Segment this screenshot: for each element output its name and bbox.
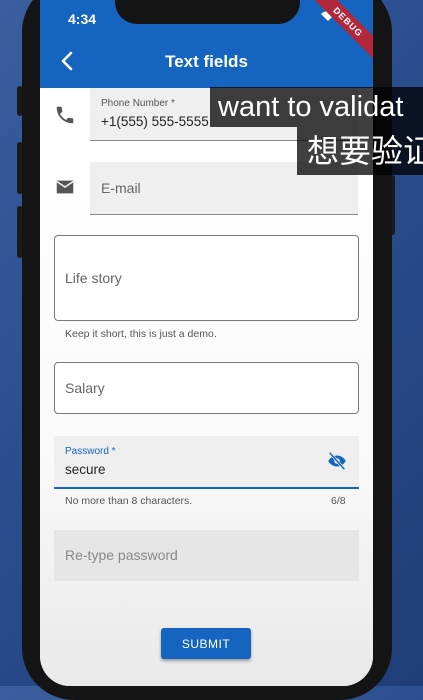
video-caption-line1: want to validat (210, 87, 423, 127)
life-story-field[interactable]: Life story (54, 235, 359, 321)
salary-placeholder: Salary (65, 380, 105, 396)
video-caption-line2: 想要验证 (297, 127, 423, 175)
email-icon (54, 176, 76, 198)
password-field[interactable]: Password * secure (54, 436, 359, 489)
page-title: Text fields (165, 52, 248, 71)
life-story-placeholder: Life story (65, 270, 122, 286)
visibility-off-icon[interactable] (326, 450, 348, 477)
phone-number-value: +1(555) 555-5555 (101, 114, 209, 129)
password-label: Password * (65, 446, 116, 457)
salary-field[interactable]: Salary (54, 362, 359, 414)
life-story-helper: Keep it short, this is just a demo. (65, 328, 217, 340)
app-bar: 4:34 DEBUG Text fields (40, 0, 373, 88)
phone-number-label: Phone Number * (101, 98, 175, 109)
password-counter: 6/8 (331, 495, 346, 507)
retype-password-field[interactable]: Re-type password (54, 530, 359, 581)
submit-button[interactable]: SUBMIT (161, 628, 251, 659)
phone-notch (115, 0, 300, 24)
password-helper: No more than 8 characters. (65, 495, 193, 507)
password-value: secure (65, 462, 106, 477)
form-scroll-area: Phone Number * +1(555) 555-5555 E-mail L… (40, 88, 373, 686)
phone-icon (54, 104, 76, 126)
email-placeholder: E-mail (101, 180, 141, 196)
retype-password-placeholder: Re-type password (65, 547, 178, 563)
status-time: 4:34 (68, 11, 97, 27)
